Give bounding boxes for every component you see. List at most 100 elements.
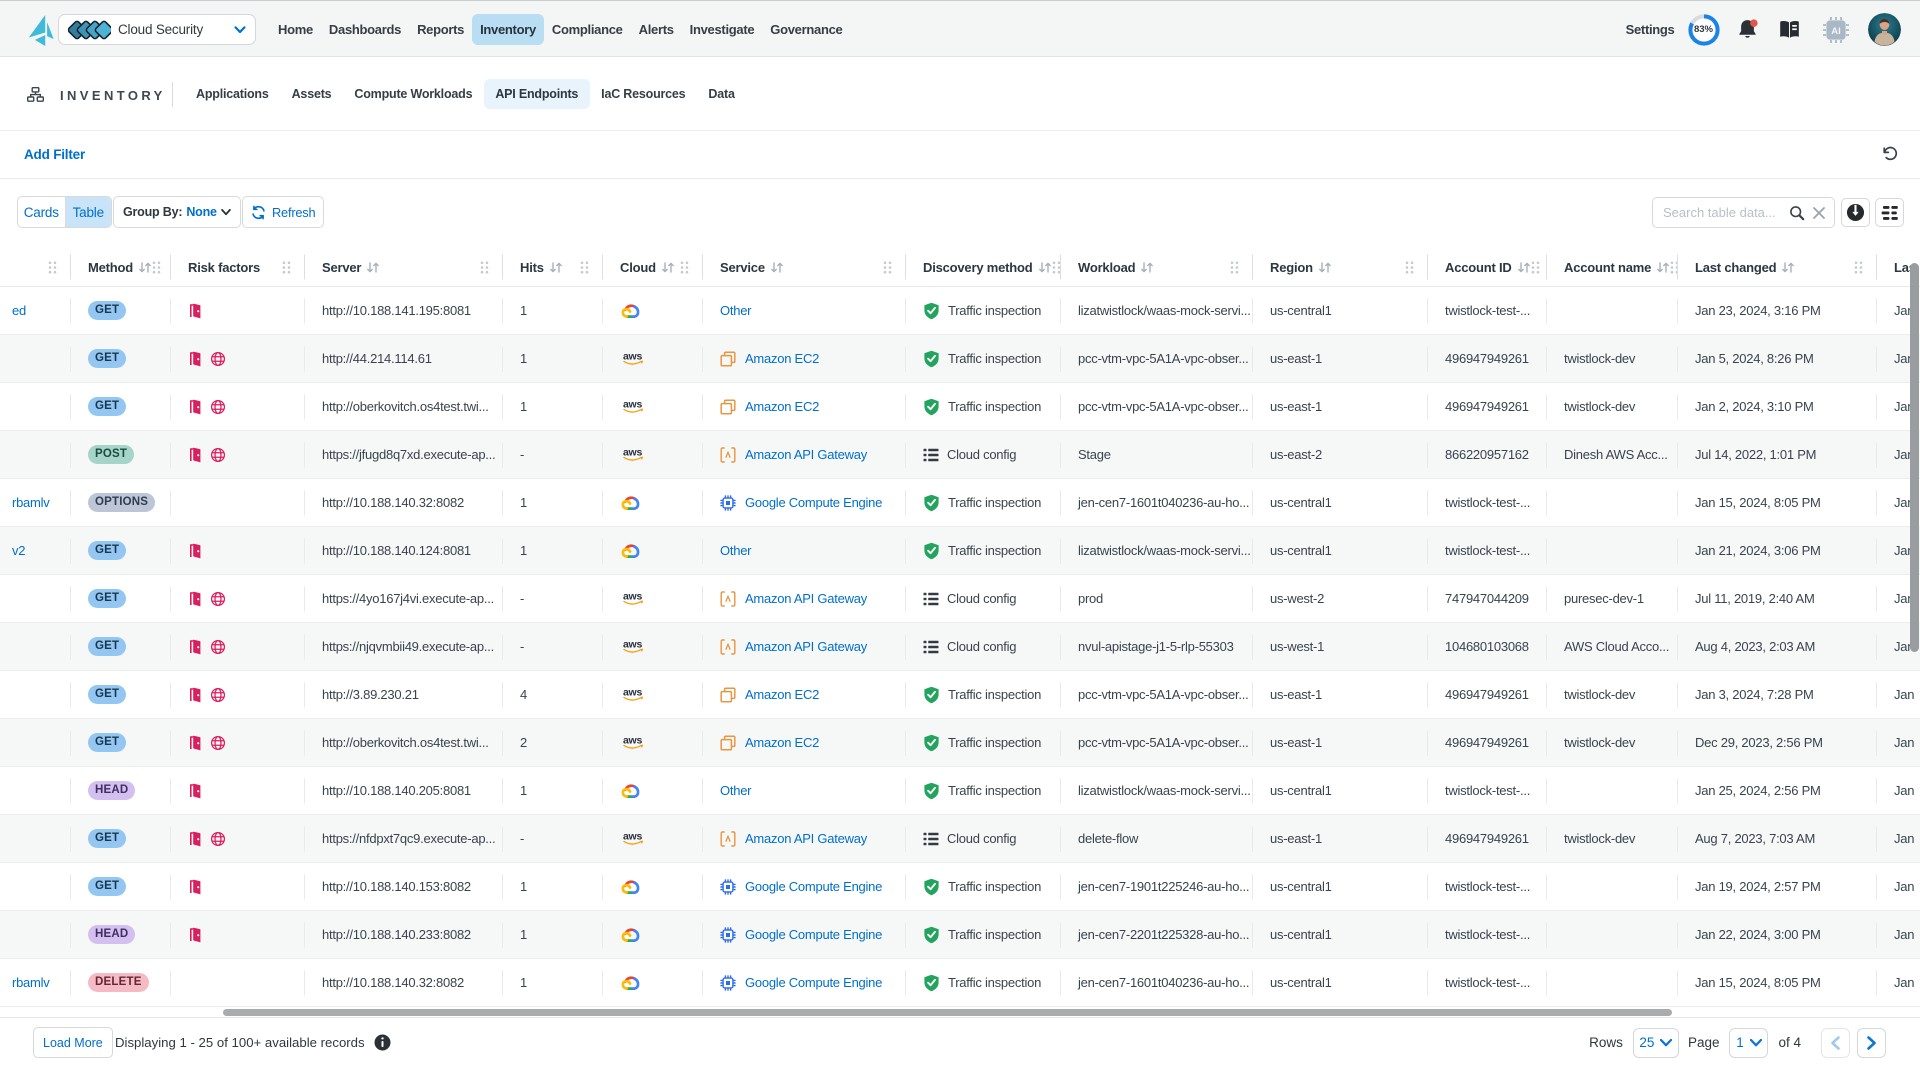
- unauthenticated-open-door-icon[interactable]: [188, 351, 202, 367]
- previous-page-button[interactable]: [1821, 1028, 1850, 1058]
- drag-handle-icon[interactable]: [282, 261, 291, 274]
- service-link[interactable]: Google Compute Engine: [745, 879, 882, 894]
- tab-applications[interactable]: Applications: [185, 79, 281, 109]
- column-settings-button[interactable]: [1875, 198, 1904, 227]
- table-row[interactable]: v2GET http://10.188.140.124:80811 Other …: [0, 527, 1920, 575]
- table-row[interactable]: GET http://10.188.140.153:80821 Google C…: [0, 863, 1920, 911]
- documentation-book-icon[interactable]: [1777, 19, 1802, 40]
- unauthenticated-open-door-icon[interactable]: [188, 543, 202, 559]
- nav-item-governance[interactable]: Governance: [762, 14, 850, 45]
- internet-exposed-globe-icon[interactable]: [210, 831, 226, 847]
- download-button[interactable]: [1841, 198, 1870, 227]
- drag-handle-icon[interactable]: [1531, 261, 1540, 274]
- unauthenticated-open-door-icon[interactable]: [188, 831, 202, 847]
- table-row[interactable]: rbamlvOPTIONShttp://10.188.140.32:80821 …: [0, 479, 1920, 527]
- column-header-region[interactable]: Region: [1252, 248, 1427, 286]
- notifications-bell-icon[interactable]: [1736, 18, 1759, 42]
- drag-handle-icon[interactable]: [680, 261, 689, 274]
- column-header-discovery[interactable]: Discovery method: [905, 248, 1060, 286]
- unauthenticated-open-door-icon[interactable]: [188, 927, 202, 943]
- reset-filters-icon[interactable]: [1881, 146, 1898, 162]
- sort-icon[interactable]: [770, 261, 784, 274]
- unauthenticated-open-door-icon[interactable]: [188, 591, 202, 607]
- vertical-scrollbar[interactable]: [1910, 263, 1919, 652]
- view-option-cards[interactable]: Cards: [18, 197, 65, 227]
- endpoint-link[interactable]: v2: [12, 543, 25, 558]
- nav-item-dashboards[interactable]: Dashboards: [321, 14, 409, 45]
- column-header-risks[interactable]: Risk factors: [170, 248, 304, 286]
- service-link[interactable]: Google Compute Engine: [745, 495, 882, 510]
- sort-icon[interactable]: [1517, 261, 1531, 274]
- nav-item-reports[interactable]: Reports: [409, 14, 472, 45]
- table-row[interactable]: edGET http://10.188.141.195:80811 Other …: [0, 287, 1920, 335]
- drag-handle-icon[interactable]: [580, 261, 589, 274]
- internet-exposed-globe-icon[interactable]: [210, 351, 226, 367]
- rows-per-page-select[interactable]: 25: [1633, 1028, 1679, 1058]
- unauthenticated-open-door-icon[interactable]: [188, 783, 202, 799]
- tab-compute-workloads[interactable]: Compute Workloads: [343, 79, 484, 109]
- unauthenticated-open-door-icon[interactable]: [188, 303, 202, 319]
- service-link[interactable]: Amazon EC2: [745, 687, 819, 702]
- endpoint-link[interactable]: ed: [12, 303, 26, 318]
- table-row[interactable]: GET http://oberkovitch.os4test.twi...2 a…: [0, 719, 1920, 767]
- service-link[interactable]: Amazon EC2: [745, 351, 819, 366]
- sort-icon[interactable]: [1140, 261, 1154, 274]
- column-header-account_id[interactable]: Account ID: [1427, 248, 1546, 286]
- tab-data[interactable]: Data: [697, 79, 746, 109]
- clear-search-icon[interactable]: [1812, 206, 1826, 220]
- unauthenticated-open-door-icon[interactable]: [188, 639, 202, 655]
- drag-handle-icon[interactable]: [1052, 261, 1060, 274]
- column-header-service[interactable]: Service: [702, 248, 905, 286]
- drag-handle-icon[interactable]: [48, 261, 57, 274]
- refresh-button[interactable]: Refresh: [242, 196, 324, 228]
- unauthenticated-open-door-icon[interactable]: [188, 735, 202, 751]
- group-by-button[interactable]: Group By: None: [113, 196, 241, 228]
- column-header-cloud[interactable]: Cloud: [602, 248, 702, 286]
- service-link[interactable]: Amazon API Gateway: [745, 831, 867, 846]
- internet-exposed-globe-icon[interactable]: [210, 639, 226, 655]
- column-header-last_changed[interactable]: Last changed: [1677, 248, 1876, 286]
- search-input[interactable]: [1663, 205, 1789, 220]
- tab-assets[interactable]: Assets: [280, 79, 343, 109]
- column-header-workload[interactable]: Workload: [1060, 248, 1252, 286]
- settings-button[interactable]: Settings: [1626, 22, 1675, 37]
- unauthenticated-open-door-icon[interactable]: [188, 687, 202, 703]
- service-link[interactable]: Other: [720, 543, 751, 558]
- column-header-server[interactable]: Server: [304, 248, 502, 286]
- internet-exposed-globe-icon[interactable]: [210, 735, 226, 751]
- nav-item-home[interactable]: Home: [270, 14, 321, 45]
- drag-handle-icon[interactable]: [1405, 261, 1414, 274]
- ai-copilot-icon[interactable]: AI: [1822, 16, 1850, 44]
- endpoint-link[interactable]: rbamlv: [12, 975, 50, 990]
- drag-handle-icon[interactable]: [480, 261, 489, 274]
- sort-icon[interactable]: [1656, 261, 1670, 274]
- internet-exposed-globe-icon[interactable]: [210, 687, 226, 703]
- prisma-cloud-logo-icon[interactable]: [26, 14, 56, 47]
- nav-item-compliance[interactable]: Compliance: [544, 14, 631, 45]
- service-link[interactable]: Google Compute Engine: [745, 975, 882, 990]
- service-link[interactable]: Amazon API Gateway: [745, 591, 867, 606]
- column-header-hits[interactable]: Hits: [502, 248, 602, 286]
- internet-exposed-globe-icon[interactable]: [210, 591, 226, 607]
- table-row[interactable]: GET https://njqvmbii49.execute-ap...- aw…: [0, 623, 1920, 671]
- unauthenticated-open-door-icon[interactable]: [188, 399, 202, 415]
- sort-icon[interactable]: [549, 261, 563, 274]
- table-row[interactable]: GET https://nfdpxt7qc9.execute-ap...- aw…: [0, 815, 1920, 863]
- product-switcher[interactable]: Cloud Security: [58, 14, 256, 45]
- sort-icon[interactable]: [1038, 261, 1052, 274]
- nav-item-investigate[interactable]: Investigate: [682, 14, 763, 45]
- nav-item-inventory[interactable]: Inventory: [472, 14, 544, 45]
- table-row[interactable]: rbamlvDELETEhttp://10.188.140.32:80821 G…: [0, 959, 1920, 1007]
- horizontal-scrollbar[interactable]: [223, 1009, 1672, 1016]
- next-page-button[interactable]: [1857, 1028, 1886, 1058]
- user-avatar[interactable]: [1868, 13, 1901, 46]
- unauthenticated-open-door-icon[interactable]: [188, 447, 202, 463]
- internet-exposed-globe-icon[interactable]: [210, 399, 226, 415]
- add-filter-button[interactable]: Add Filter: [24, 147, 85, 162]
- unauthenticated-open-door-icon[interactable]: [188, 879, 202, 895]
- table-row[interactable]: GET http://oberkovitch.os4test.twi...1 a…: [0, 383, 1920, 431]
- drag-handle-icon[interactable]: [1670, 261, 1677, 274]
- sort-icon[interactable]: [366, 261, 380, 274]
- table-row[interactable]: POST https://jfugd8q7xd.execute-ap...- a…: [0, 431, 1920, 479]
- drag-handle-icon[interactable]: [152, 261, 161, 274]
